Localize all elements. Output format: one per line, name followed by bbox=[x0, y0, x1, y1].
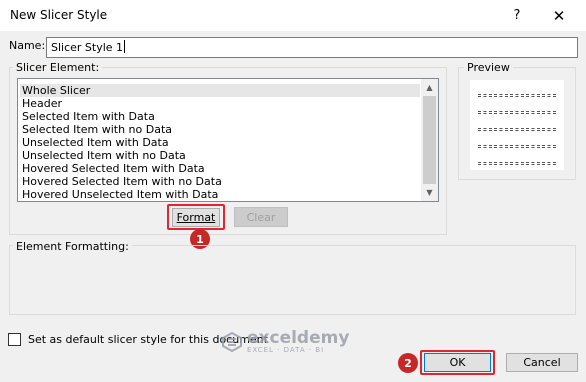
slicer-element-list[interactable]: Whole Slicer Header Selected Item with D… bbox=[17, 78, 439, 202]
preview-label: Preview bbox=[464, 61, 513, 74]
exceldemy-watermark: exceldemy EXCEL · DATA · BI bbox=[222, 330, 349, 354]
name-label: Name: bbox=[9, 39, 46, 52]
scroll-down-icon[interactable]: ▼ bbox=[421, 184, 438, 201]
list-item[interactable]: Unselected Item with no Data bbox=[20, 149, 420, 162]
step-2-badge: 2 bbox=[398, 353, 418, 373]
set-default-checkbox[interactable] bbox=[8, 333, 21, 346]
list-item[interactable]: Selected Item with Data bbox=[20, 110, 420, 123]
preview-row bbox=[478, 87, 558, 97]
slicer-element-label: Slicer Element: bbox=[13, 61, 103, 74]
list-item[interactable]: Unselected Item with Data bbox=[20, 136, 420, 149]
preview-row bbox=[478, 138, 558, 148]
list-item[interactable]: Hovered Selected Item with Data bbox=[20, 162, 420, 175]
list-item[interactable]: Hovered Unselected Item with Data bbox=[20, 188, 420, 201]
cancel-button-label: Cancel bbox=[523, 356, 561, 369]
clear-button-label: Clear bbox=[246, 210, 276, 224]
clear-button[interactable]: Clear bbox=[234, 207, 288, 227]
text-cursor bbox=[124, 40, 126, 53]
step-2-number: 2 bbox=[404, 356, 412, 370]
watermark-brand: exceldemy bbox=[247, 328, 350, 348]
preview-row bbox=[478, 104, 558, 114]
help-icon: ? bbox=[513, 8, 521, 23]
help-button[interactable]: ? bbox=[500, 0, 534, 31]
ok-button-highlight bbox=[420, 350, 495, 375]
list-item[interactable]: Selected Item with no Data bbox=[20, 123, 420, 136]
element-formatting-label: Element Formatting: bbox=[13, 240, 132, 253]
step-1-number: 1 bbox=[196, 232, 204, 246]
close-icon: ✕ bbox=[552, 6, 566, 25]
preview-row bbox=[478, 121, 558, 131]
slicer-preview bbox=[470, 80, 564, 170]
list-item[interactable]: Header bbox=[20, 97, 420, 110]
title-bar: New Slicer Style ? ✕ bbox=[0, 0, 586, 31]
exceldemy-logo-icon bbox=[222, 332, 242, 352]
new-slicer-style-dialog: New Slicer Style ? ✕ Name: Slicer Style … bbox=[0, 0, 586, 382]
name-input-value: Slicer Style 1 bbox=[51, 41, 124, 54]
format-button-highlight bbox=[167, 204, 225, 230]
name-input[interactable]: Slicer Style 1 bbox=[46, 37, 578, 58]
element-formatting-group bbox=[9, 245, 576, 315]
preview-row bbox=[478, 155, 558, 165]
close-button[interactable]: ✕ bbox=[534, 0, 584, 31]
scroll-up-icon[interactable]: ▲ bbox=[421, 79, 438, 96]
list-item[interactable]: Hovered Selected Item with no Data bbox=[20, 175, 420, 188]
dialog-title: New Slicer Style bbox=[10, 8, 108, 22]
list-scrollbar[interactable]: ▲ ▼ bbox=[421, 79, 438, 201]
list-item[interactable]: Whole Slicer bbox=[20, 84, 420, 97]
scroll-thumb[interactable] bbox=[423, 96, 436, 184]
cancel-button[interactable]: Cancel bbox=[506, 353, 578, 372]
